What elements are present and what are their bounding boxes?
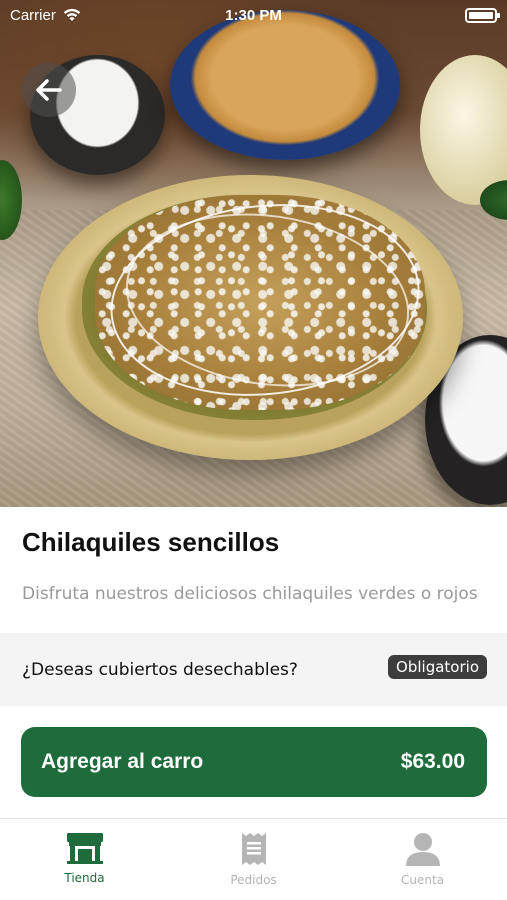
add-to-cart-button[interactable]: Agregar al carro $63.00	[21, 727, 487, 797]
cutlery-option-row[interactable]: ¿Deseas cubiertos desechables? Obligator…	[0, 633, 507, 706]
status-time: 1:30 PM	[225, 6, 282, 24]
tab-pedidos[interactable]: Pedidos	[169, 819, 338, 900]
chips-bowl	[170, 10, 400, 160]
product-description: Disfruta nuestros deliciosos chilaquiles…	[22, 584, 478, 604]
status-bar: Carrier 1:30 PM	[0, 0, 507, 30]
tab-label: Cuenta	[400, 873, 445, 887]
tab-label: Pedidos	[230, 873, 277, 887]
battery-icon	[465, 7, 500, 23]
wifi-icon	[63, 8, 81, 21]
required-badge: Obligatorio	[388, 654, 487, 679]
tab-bar: Tienda Pedidos Cuenta	[0, 818, 507, 900]
tab-cuenta[interactable]: Cuenta	[338, 819, 507, 900]
store-icon	[66, 833, 103, 864]
person-icon	[405, 833, 440, 866]
receipt-icon	[241, 833, 266, 865]
carrier-label: Carrier	[10, 6, 56, 24]
product-image	[0, 0, 507, 507]
option-label: ¿Deseas cubiertos desechables?	[22, 659, 298, 680]
tab-tienda[interactable]: Tienda	[0, 819, 169, 900]
product-title: Chilaquiles sencillos	[22, 527, 280, 557]
add-to-cart-label: Agregar al carro	[41, 750, 204, 773]
tab-label: Tienda	[64, 871, 105, 885]
back-button[interactable]	[22, 63, 76, 117]
price-label: $63.00	[400, 750, 465, 773]
arrow-left-icon	[36, 79, 62, 101]
